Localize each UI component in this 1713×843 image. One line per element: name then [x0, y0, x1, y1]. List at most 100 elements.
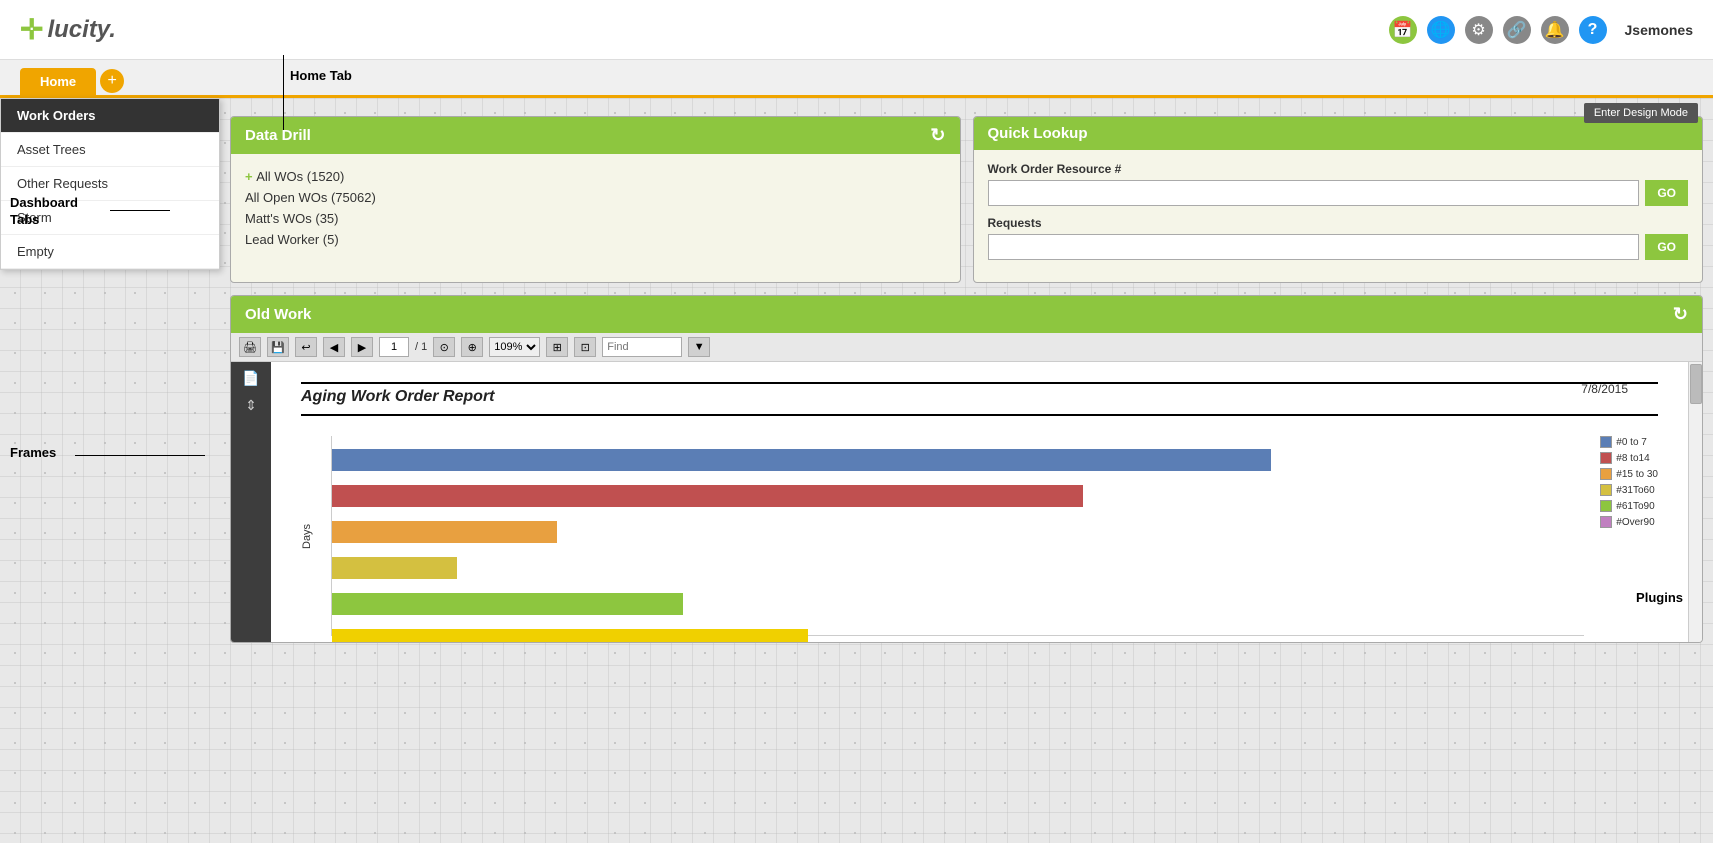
data-drill-frame: Data Drill ↻ + All WOs (1520) All Open W…: [230, 116, 961, 283]
data-drill-body: + All WOs (1520) All Open WOs (75062) Ma…: [231, 154, 960, 262]
work-order-resource-row: GO: [988, 180, 1689, 206]
work-order-go-button[interactable]: GO: [1645, 180, 1688, 206]
bar-1: [332, 485, 1083, 507]
legend-item-2: #15 to 30: [1600, 468, 1658, 480]
old-work-frame: Old Work ↻ 🖨 💾 ↩ ◀ ▶ / 1 ⊙ ⊕ 109% 1: [230, 295, 1703, 643]
report-date: 7/8/2015: [1581, 382, 1628, 396]
report-scrollbar-thumb[interactable]: [1690, 364, 1702, 404]
data-drill-item-0[interactable]: + All WOs (1520): [245, 166, 946, 187]
prev-page-button[interactable]: ⊙: [433, 337, 455, 357]
bar-row-5: [332, 626, 1584, 642]
legend-label-2: #15 to 30: [1616, 469, 1658, 480]
quick-lookup-title: Quick Lookup: [988, 125, 1088, 142]
legend-item-0: #0 to 7: [1600, 436, 1658, 448]
requests-go-button[interactable]: GO: [1645, 234, 1688, 260]
link-icon[interactable]: 🔗: [1503, 16, 1531, 44]
find-dropdown-button[interactable]: ▼: [688, 337, 710, 357]
old-work-header: Old Work ↻: [231, 296, 1702, 333]
chart-legend: #0 to 7 #8 to14 #15 to 30: [1600, 436, 1658, 636]
sidebar-item-storm[interactable]: Storm: [1, 201, 219, 235]
username-label: Jsemones: [1625, 22, 1693, 38]
logo-plus-icon: ✛: [20, 16, 43, 44]
requests-input[interactable]: [988, 234, 1640, 260]
help-icon[interactable]: ?: [1579, 16, 1607, 44]
header-icons: 📅 🌐 ⚙ 🔗 🔔 ? Jsemones: [1389, 16, 1693, 44]
chart-area: Days: [301, 436, 1658, 636]
save-button[interactable]: 💾: [267, 337, 289, 357]
report-nav-icon[interactable]: ⇕: [245, 397, 257, 414]
forward-button[interactable]: ▶: [351, 337, 373, 357]
data-drill-item-1[interactable]: All Open WOs (75062): [245, 187, 946, 208]
calendar-icon[interactable]: 📅: [1389, 16, 1417, 44]
bar-row-4: [332, 590, 1584, 618]
bar-2: [332, 521, 557, 543]
bar-row-1: [332, 482, 1584, 510]
bar-row-0: [332, 446, 1584, 474]
chart-bars: [331, 436, 1584, 636]
work-order-resource-input[interactable]: [988, 180, 1640, 206]
legend-swatch-2: [1600, 468, 1612, 480]
report-content: 📄 ⇕ Aging Work Order Report 7/8/2015 Day…: [231, 362, 1702, 642]
legend-swatch-5: [1600, 516, 1612, 528]
sidebar-item-work-orders[interactable]: Work Orders: [1, 99, 219, 133]
legend-label-5: #Over90: [1616, 517, 1654, 528]
quick-lookup-frame: Quick Lookup Work Order Resource # GO Re…: [973, 116, 1704, 283]
sidebar-item-other-requests[interactable]: Other Requests: [1, 167, 219, 201]
quick-lookup-body: Work Order Resource # GO Requests GO: [974, 150, 1703, 282]
find-input[interactable]: [602, 337, 682, 357]
old-work-refresh-icon[interactable]: ↻: [1673, 304, 1688, 325]
legend-label-0: #0 to 7: [1616, 437, 1647, 448]
content-area: Enter Design Mode Data Drill ↻ + All WOs…: [0, 98, 1713, 843]
next-page-button[interactable]: ⊕: [461, 337, 483, 357]
page-number-input[interactable]: [379, 337, 409, 357]
frames-grid: Data Drill ↻ + All WOs (1520) All Open W…: [230, 108, 1703, 643]
legend-label-4: #61To90: [1616, 501, 1654, 512]
globe-icon[interactable]: 🌐: [1427, 16, 1455, 44]
tab-add-button[interactable]: +: [100, 69, 124, 93]
work-order-resource-label: Work Order Resource #: [988, 162, 1689, 176]
report-page-icon[interactable]: 📄: [242, 370, 259, 387]
legend-item-1: #8 to14: [1600, 452, 1658, 464]
fit-page-button[interactable]: ⊞: [546, 337, 568, 357]
data-drill-header: Data Drill ↻: [231, 117, 960, 154]
data-drill-item-3[interactable]: Lead Worker (5): [245, 229, 946, 250]
requests-row: GO: [988, 234, 1689, 260]
report-left-bar: 📄 ⇕: [231, 362, 271, 642]
requests-label: Requests: [988, 216, 1689, 230]
report-toolbar: 🖨 💾 ↩ ◀ ▶ / 1 ⊙ ⊕ 109% 100% 75% ⊞ ⊡: [231, 333, 1702, 362]
legend-label-3: #31To60: [1616, 485, 1654, 496]
sidebar-menu: Work Orders Asset Trees Other Requests S…: [0, 98, 220, 270]
bar-0: [332, 449, 1271, 471]
sidebar-item-empty[interactable]: Empty: [1, 235, 219, 269]
sidebar-item-asset-trees[interactable]: Asset Trees: [1, 133, 219, 167]
bar-5: [332, 629, 808, 642]
report-title: Aging Work Order Report: [301, 388, 1658, 406]
tab-home[interactable]: Home: [20, 68, 96, 95]
logo: ✛ lucity.: [20, 16, 116, 44]
bar-3: [332, 557, 457, 579]
data-drill-refresh-icon[interactable]: ↻: [930, 125, 945, 146]
chart-y-label: Days: [301, 436, 315, 636]
back-button[interactable]: ◀: [323, 337, 345, 357]
design-mode-button[interactable]: Enter Design Mode: [1584, 103, 1698, 123]
zoom-select[interactable]: 109% 100% 75%: [489, 337, 540, 357]
legend-swatch-3: [1600, 484, 1612, 496]
legend-item-5: #Over90: [1600, 516, 1658, 528]
report-scrollbar[interactable]: [1688, 362, 1702, 642]
legend-label-1: #8 to14: [1616, 453, 1649, 464]
old-work-title: Old Work: [245, 306, 311, 323]
data-drill-item-2[interactable]: Matt's WOs (35): [245, 208, 946, 229]
grid-button[interactable]: ⊡: [574, 337, 596, 357]
legend-swatch-0: [1600, 436, 1612, 448]
legend-swatch-1: [1600, 452, 1612, 464]
bar-4: [332, 593, 683, 615]
header: ✛ lucity. 📅 🌐 ⚙ 🔗 🔔 ? Jsemones: [0, 0, 1713, 60]
undo-button[interactable]: ↩: [295, 337, 317, 357]
data-drill-title: Data Drill: [245, 127, 311, 144]
plus-icon: +: [245, 169, 256, 184]
print-button[interactable]: 🖨: [239, 337, 261, 357]
bell-icon[interactable]: 🔔: [1541, 16, 1569, 44]
legend-item-3: #31To60: [1600, 484, 1658, 496]
settings-icon[interactable]: ⚙: [1465, 16, 1493, 44]
bar-row-2: [332, 518, 1584, 546]
